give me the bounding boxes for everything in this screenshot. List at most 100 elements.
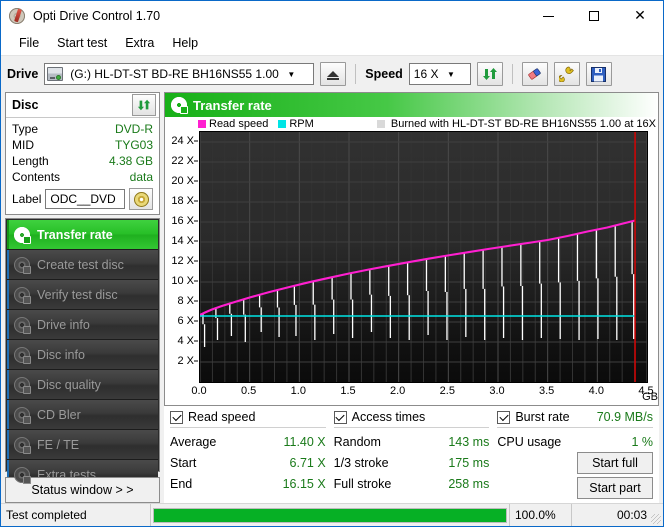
y-tick-label: 22 X bbox=[171, 155, 194, 167]
status-bar: Test completed 100.0% 00:03 bbox=[1, 503, 663, 526]
disc-bler-icon bbox=[14, 407, 30, 423]
sidebar-item-create-test-disc[interactable]: Create test disc bbox=[7, 250, 158, 280]
y-tick-label: 6 X bbox=[177, 315, 194, 327]
start-full-button[interactable]: Start full bbox=[577, 452, 653, 474]
row-full-stroke-value: 258 ms bbox=[448, 477, 489, 491]
start-part-button[interactable]: Start part bbox=[577, 477, 653, 499]
chart-y-axis: 2 X4 X6 X8 X10 X12 X14 X16 X18 X20 X22 X… bbox=[165, 131, 198, 383]
disc-fete-icon bbox=[14, 437, 30, 453]
row-end: End 16.15 X bbox=[170, 473, 326, 494]
y-tick-mark bbox=[194, 181, 198, 182]
eject-button[interactable] bbox=[320, 62, 346, 86]
read-speed-title: Read speed bbox=[188, 410, 255, 424]
row-average-value: 11.40 X bbox=[283, 435, 325, 449]
minimize-icon bbox=[543, 16, 554, 17]
sidebar-item-cd-bler[interactable]: CD Bler bbox=[7, 400, 158, 430]
y-tick-mark bbox=[194, 261, 198, 262]
close-button[interactable]: ✕ bbox=[617, 1, 663, 31]
sidebar-item-label: Create test disc bbox=[37, 258, 124, 272]
read-speed-checkbox[interactable] bbox=[170, 411, 183, 424]
toolbar-divider-2 bbox=[512, 64, 513, 84]
access-times-checkbox[interactable] bbox=[334, 411, 347, 424]
y-tick-label: 14 X bbox=[171, 235, 194, 247]
legend-swatch-read-speed bbox=[198, 120, 206, 128]
tools-icon bbox=[559, 66, 575, 82]
access-times-header: Access times bbox=[334, 410, 490, 428]
speed-select[interactable]: 16 X ▼ bbox=[409, 63, 471, 85]
minimize-button[interactable] bbox=[525, 1, 571, 31]
results-burst-rate: Burst rate 70.9 MB/s CPU usage 1 % Start… bbox=[497, 410, 653, 499]
menu-start-test[interactable]: Start test bbox=[48, 33, 116, 53]
close-icon: ✕ bbox=[634, 9, 646, 23]
drive-select[interactable]: (G:) HL-DT-ST BD-RE BH16NS55 1.00 ▼ bbox=[44, 63, 314, 85]
save-button[interactable] bbox=[586, 62, 612, 86]
menu-file[interactable]: File bbox=[10, 33, 48, 53]
disc-panel-header: Disc bbox=[6, 93, 159, 118]
sidebar-item-label: Disc quality bbox=[37, 378, 101, 392]
y-tick-label: 20 X bbox=[171, 175, 194, 187]
row-random-value: 143 ms bbox=[448, 435, 489, 449]
erase-button[interactable] bbox=[522, 62, 548, 86]
legend-swatch-rpm bbox=[278, 120, 286, 128]
refresh-icon bbox=[482, 66, 498, 82]
menu-extra[interactable]: Extra bbox=[116, 33, 163, 53]
disc-label-input[interactable]: ODC__DVD bbox=[45, 189, 125, 209]
y-tick-mark bbox=[194, 321, 198, 322]
toolbar-divider-1 bbox=[355, 64, 356, 84]
disc-row-type-key: Type bbox=[12, 122, 38, 136]
sidebar-item-transfer-rate[interactable]: Transfer rate bbox=[7, 220, 158, 250]
tools-button[interactable] bbox=[554, 62, 580, 86]
chart-svg bbox=[200, 132, 647, 382]
disc-refresh-button[interactable] bbox=[132, 94, 156, 116]
disc-create-icon bbox=[14, 257, 30, 273]
disc-transfer-icon bbox=[171, 97, 187, 113]
disc-row-contents-key: Contents bbox=[12, 170, 60, 184]
y-tick-label: 10 X bbox=[171, 275, 194, 287]
resize-grip[interactable] bbox=[651, 514, 661, 524]
disc-detect-button[interactable] bbox=[129, 188, 153, 210]
y-tick-mark bbox=[194, 161, 198, 162]
burst-rate-checkbox[interactable] bbox=[497, 411, 510, 424]
drive-select-value: (G:) HL-DT-ST BD-RE BH16NS55 1.00 bbox=[66, 67, 283, 81]
chart-canvas bbox=[199, 131, 648, 383]
chart-header: Transfer rate bbox=[165, 93, 658, 117]
chevron-down-icon: ▼ bbox=[442, 64, 459, 84]
sidebar-item-drive-info[interactable]: Drive info bbox=[7, 310, 158, 340]
row-start-value: 6.71 X bbox=[290, 456, 326, 470]
x-tick-label: 4.0 bbox=[589, 385, 604, 397]
maximize-button[interactable] bbox=[571, 1, 617, 31]
disc-drive-icon bbox=[14, 317, 30, 333]
x-tick-label: 3.0 bbox=[489, 385, 504, 397]
disc-label-row: Label ODC__DVD bbox=[12, 188, 153, 210]
access-times-title: Access times bbox=[352, 410, 426, 424]
y-tick-mark bbox=[194, 281, 198, 282]
row-average-key: Average bbox=[170, 435, 216, 449]
y-tick-mark bbox=[194, 341, 198, 342]
row-third-stroke-key: 1/3 stroke bbox=[334, 456, 389, 470]
refresh-button[interactable] bbox=[477, 62, 503, 86]
right-column: Transfer rate Read speed RPM Burned with… bbox=[164, 92, 659, 503]
x-tick-label: 3.5 bbox=[539, 385, 554, 397]
drive-label: Drive bbox=[7, 67, 38, 81]
sidebar-item-label: Disc info bbox=[37, 348, 85, 362]
row-cpu-usage: CPU usage 1 % bbox=[497, 431, 653, 452]
disc-row-contents: Contents data bbox=[12, 169, 153, 185]
disc-panel: Disc Type DVD-R MID TYG bbox=[5, 92, 160, 215]
sidebar-item-disc-quality[interactable]: Disc quality bbox=[7, 370, 158, 400]
sidebar-item-verify-test-disc[interactable]: Verify test disc bbox=[7, 280, 158, 310]
chart-title: Transfer rate bbox=[193, 98, 272, 113]
window-controls: ✕ bbox=[525, 1, 663, 31]
row-third-stroke: 1/3 stroke 175 ms bbox=[334, 452, 490, 473]
burn-note: Burned with HL-DT-ST BD-RE BH16NS55 1.00… bbox=[377, 118, 656, 130]
row-third-stroke-value: 175 ms bbox=[448, 456, 489, 470]
menu-help[interactable]: Help bbox=[163, 33, 207, 53]
chart-x-axis: 0.00.51.01.52.02.53.03.54.04.5 bbox=[165, 385, 658, 403]
sidebar-item-disc-info[interactable]: Disc info bbox=[7, 340, 158, 370]
row-full-stroke-key: Full stroke bbox=[334, 477, 392, 491]
main-body: Disc Type DVD-R MID TYG bbox=[1, 92, 663, 503]
disc-transfer-icon bbox=[14, 227, 30, 243]
read-speed-header: Read speed bbox=[170, 410, 326, 428]
results-read-speed: Read speed Average 11.40 X Start 6.71 X … bbox=[170, 410, 326, 499]
burst-rate-title: Burst rate bbox=[515, 410, 569, 424]
sidebar-item-fe-te[interactable]: FE / TE bbox=[7, 430, 158, 460]
